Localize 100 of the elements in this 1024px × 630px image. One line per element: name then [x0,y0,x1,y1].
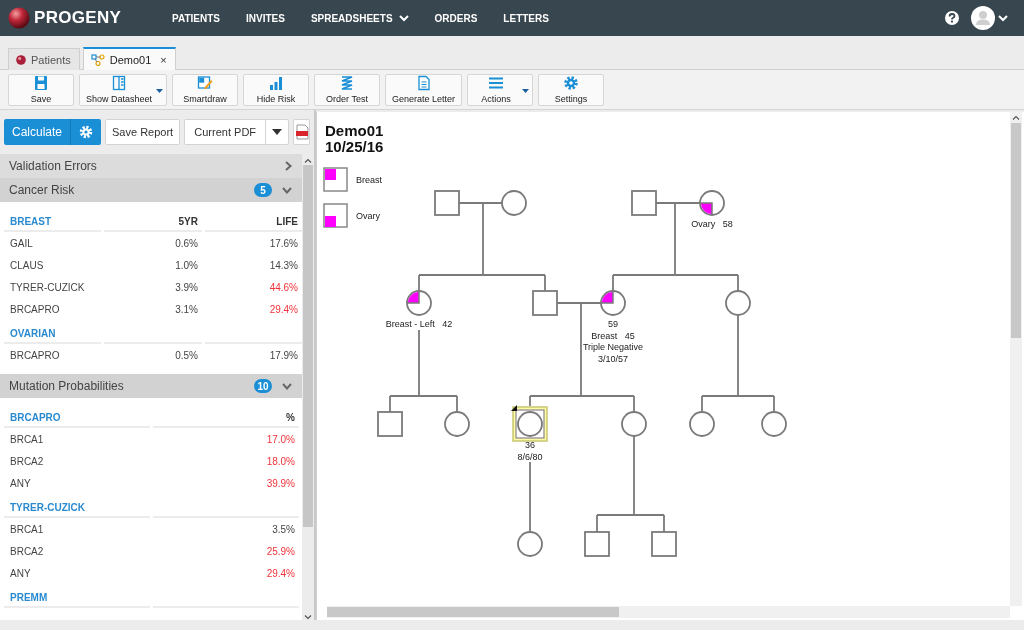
count-badge: 5 [254,183,272,197]
male-square-node[interactable] [631,190,657,216]
column-header: % [153,412,299,428]
chevron-right-icon [285,161,292,171]
accordion-header[interactable]: Validation Errors [0,154,302,178]
nav-link[interactable]: SPREADSHEETS [297,12,422,24]
group-title: OVARIAN [4,328,101,344]
model-name: BRCAPRO [9,348,61,363]
female-circle-node[interactable] [600,290,626,316]
toolbar-button[interactable]: Hide Risk [243,73,310,106]
risk-value: 14.3% [268,258,299,273]
male-square-node[interactable] [532,290,558,316]
bar-chart-icon [268,75,285,91]
female-circle-node[interactable] [689,411,715,437]
section-title: Cancer Risk [9,183,76,197]
toolbar-button[interactable]: Actions [467,73,534,106]
risk-value: 3.9% [174,280,199,295]
chevron-up-icon[interactable] [304,158,312,163]
tab[interactable]: Demo01 × [82,47,176,70]
male-square-node[interactable] [377,411,403,437]
risk-value: 39.9% [265,476,296,491]
family-connector-line [529,461,531,533]
chevron-down-icon [282,382,292,390]
calculate-button[interactable]: Calculate [4,119,102,145]
nav-link[interactable]: ORDERS [421,12,491,24]
toolbar-button[interactable]: Order Test [314,73,381,106]
accordion-header[interactable]: Cancer Risk 5 [0,178,302,202]
sphere-icon [16,54,26,65]
risk-value: 29.4% [268,302,299,317]
chevron-up-icon[interactable] [1012,115,1020,120]
save-report-button[interactable]: Save Report [105,119,181,145]
help-icon[interactable] [945,11,959,25]
toolbar-button[interactable]: Show Datasheet [79,73,168,106]
pdf-file-button[interactable] [293,119,310,145]
node-label: Triple Negative [582,342,644,353]
model-name: CLAUS [9,258,45,273]
toolbar-button[interactable]: Smartdraw [172,73,239,106]
close-tab-button[interactable]: × [160,53,167,66]
female-circle-node[interactable] [406,290,432,316]
nav-link[interactable]: LETTERS [490,12,562,24]
female-circle-node[interactable] [699,190,725,216]
toolbar-button[interactable]: Save [8,73,74,106]
settings-icon[interactable] [79,125,94,139]
app-logo-text: PROGENY [34,8,122,28]
legend-swatch [323,203,348,228]
legend-label: Ovary [356,211,380,221]
risk-value: 0.6% [174,236,199,251]
male-square-node[interactable] [584,531,610,557]
model-name: BRCAPRO [9,302,61,317]
model-name: BRCA2 [9,454,45,469]
sphere-logo-icon [8,7,30,29]
column-header: 5YR [104,216,202,232]
accordion-header[interactable]: Mutation Probabilities 10 [0,374,302,398]
toolbar-button[interactable]: Generate Letter [385,73,463,106]
risk-value: 3.1% [174,302,199,317]
female-circle-node[interactable] [501,190,527,216]
node-label: Ovary 58 [691,219,733,229]
risk-value: 3.5% [271,522,296,537]
user-avatar-icon[interactable] [971,6,995,30]
section-title: Validation Errors [9,159,98,173]
female-circle-node[interactable] [761,411,787,437]
female-circle-node[interactable] [517,531,543,557]
pedigree-title: Demo01 [325,122,384,139]
group-title: TYRER-CUZICK [4,502,150,518]
pedigree-date: 10/25/16 [325,138,384,155]
group-title: BRCAPRO [4,412,150,428]
node-label: Breast 45 [591,330,635,341]
caret-icon [522,88,530,93]
nav-link[interactable]: PATIENTS [168,12,233,24]
node-label: 8/6/80 [517,451,543,462]
model-name: BRCA2 [9,544,45,559]
node-label: 36 [525,440,535,450]
tab-label: Patients [31,53,71,66]
risk-value: 44.6% [268,280,299,295]
tab[interactable]: Patients [8,48,80,70]
female-circle-node[interactable] [725,290,751,316]
risk-value: 17.0% [265,432,296,447]
risk-value: 25.9% [265,544,296,559]
pdf-select[interactable]: Current PDF [184,119,290,145]
female-circle-node[interactable] [621,411,647,437]
settings-icon [563,75,580,91]
count-badge: 10 [254,379,272,393]
chevron-down-icon[interactable] [304,615,312,620]
model-name: ANY [9,566,32,581]
model-name: GAIL [9,236,34,251]
pdf-file-icon [294,124,309,140]
male-square-node[interactable] [434,190,460,216]
menu-icon [488,75,505,91]
scrollbar[interactable] [1010,112,1022,606]
toolbar-button[interactable]: Settings [538,73,605,106]
risk-value: 17.9% [268,348,299,363]
risk-value: 1.0% [174,258,199,273]
male-square-node[interactable] [651,531,677,557]
scrollbar[interactable] [327,606,1010,618]
nav-link[interactable]: INVITES [232,12,298,24]
square-pencil-icon [197,75,214,91]
risk-value: 0.5% [174,348,199,363]
female-circle-node[interactable] [444,411,470,437]
risk-value: 29.4% [265,566,296,581]
group-title: BREAST [4,216,101,232]
